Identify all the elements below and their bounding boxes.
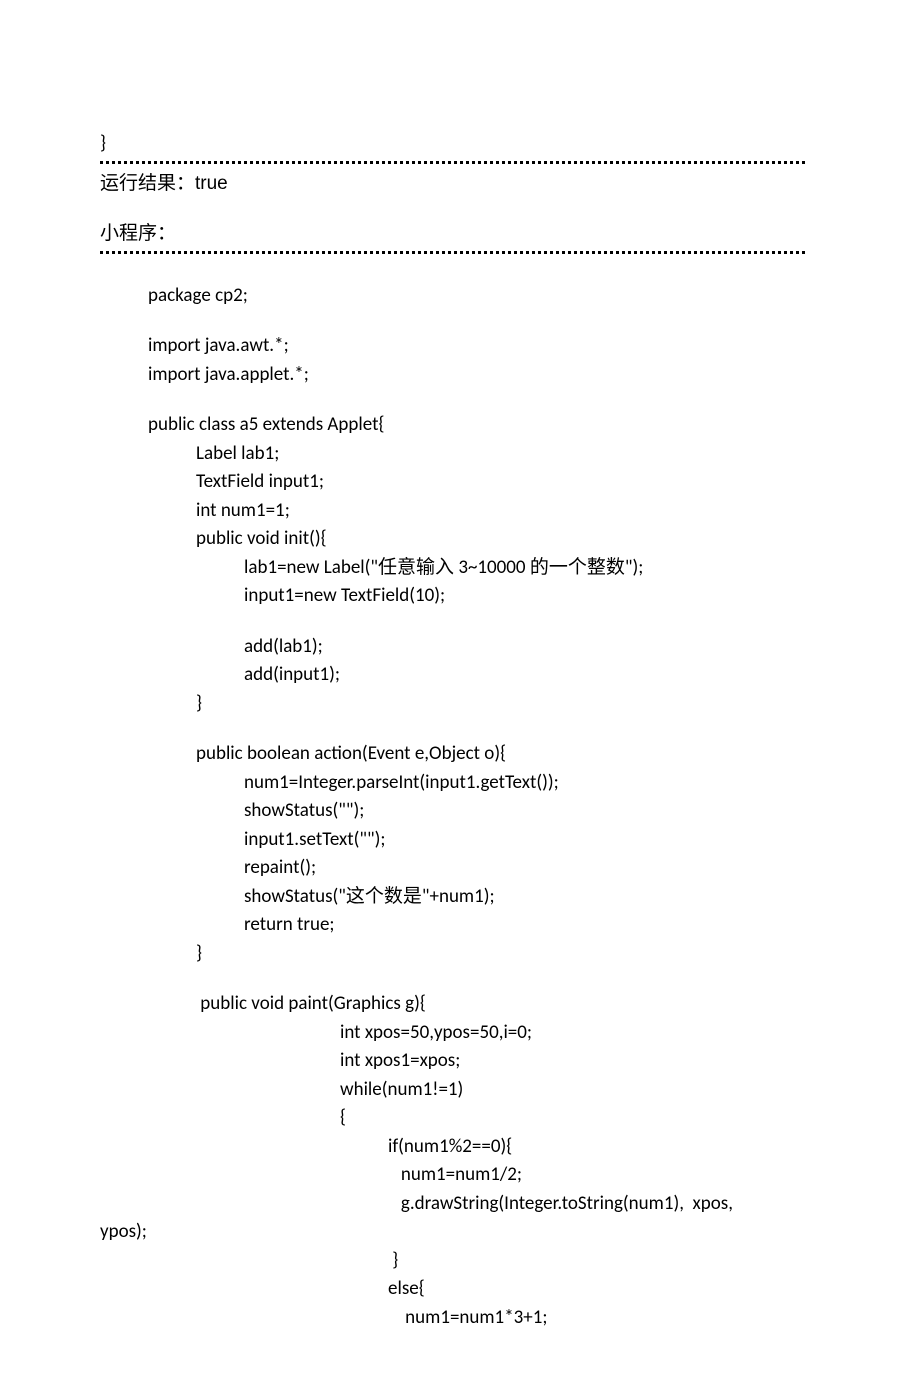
code-line: add(lab1); bbox=[100, 633, 805, 662]
code-line: num1=Integer.parseInt(input1.getText()); bbox=[100, 769, 805, 798]
dotted-divider bbox=[100, 161, 805, 164]
code-line: return true; bbox=[100, 911, 805, 940]
code-line: } bbox=[100, 1247, 805, 1276]
code-line: lab1=new Label("任意输入 3~10000 的一个整数"); bbox=[100, 554, 805, 583]
dotted-divider bbox=[100, 251, 805, 254]
code-line: num1=num1/2; bbox=[100, 1161, 805, 1190]
code-line: showStatus("这个数是"+num1); bbox=[100, 883, 805, 912]
code-line: input1.setText(""); bbox=[100, 826, 805, 855]
blank-line bbox=[100, 968, 805, 990]
blank-line bbox=[100, 389, 805, 411]
result-label: 运行结果：true bbox=[100, 170, 805, 199]
code-line: else{ bbox=[100, 1275, 805, 1304]
code-line: repaint(); bbox=[100, 854, 805, 883]
section-label: 小程序： bbox=[100, 220, 805, 249]
code-line: public class a5 extends Applet{ bbox=[100, 411, 805, 440]
blank-line bbox=[100, 718, 805, 740]
code-line: { bbox=[100, 1104, 805, 1133]
code-line: } bbox=[100, 690, 805, 719]
code-line: int num1=1; bbox=[100, 497, 805, 526]
blank-line bbox=[100, 611, 805, 633]
code-fragment: g.drawString(Integer.toString(num1), xpo… bbox=[100, 1190, 805, 1219]
blank-line bbox=[100, 260, 805, 282]
code-line: } bbox=[100, 940, 805, 969]
code-line: public void init(){ bbox=[100, 525, 805, 554]
code-line: add(input1); bbox=[100, 661, 805, 690]
code-line: if(num1%2==0){ bbox=[100, 1133, 805, 1162]
code-line: } bbox=[100, 130, 805, 159]
blank-line bbox=[100, 310, 805, 332]
code-line: num1=num1*3+1; bbox=[100, 1304, 805, 1333]
code-line: while(num1!=1) bbox=[100, 1076, 805, 1105]
code-line: input1=new TextField(10); bbox=[100, 582, 805, 611]
code-line: public boolean action(Event e,Object o){ bbox=[100, 740, 805, 769]
code-line: package cp2; bbox=[100, 282, 805, 311]
code-line: public void paint(Graphics g){ bbox=[100, 990, 805, 1019]
blank-line bbox=[100, 198, 805, 220]
code-line: int xpos=50,ypos=50,i=0; bbox=[100, 1019, 805, 1048]
code-line: showStatus(""); bbox=[100, 797, 805, 826]
code-line: int xpos1=xpos; bbox=[100, 1047, 805, 1076]
code-line: TextField input1; bbox=[100, 468, 805, 497]
document-page: } 运行结果：true 小程序： package cp2; import jav… bbox=[0, 0, 920, 1392]
code-line: import java.awt.*; bbox=[100, 332, 805, 361]
code-line: import java.applet.*; bbox=[100, 361, 805, 390]
code-line-wrapped: g.drawString(Integer.toString(num1), xpo… bbox=[100, 1190, 805, 1219]
code-line: ypos); bbox=[100, 1218, 805, 1247]
code-line: Label lab1; bbox=[100, 440, 805, 469]
